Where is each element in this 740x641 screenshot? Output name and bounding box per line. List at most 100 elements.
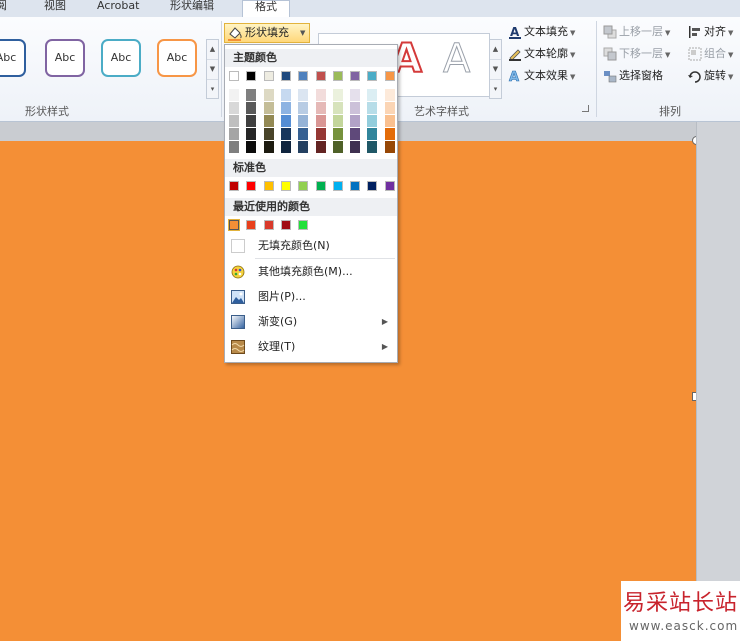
shape-style-preset-1[interactable]: Abc — [0, 39, 26, 77]
theme-shade-swatch[interactable] — [280, 89, 291, 101]
theme-shade-swatch[interactable] — [229, 141, 239, 153]
theme-shade-swatch[interactable] — [315, 128, 326, 140]
recent-color-swatch[interactable] — [298, 220, 309, 230]
theme-shade-swatch[interactable] — [367, 89, 378, 101]
theme-shade-swatch[interactable] — [246, 128, 257, 140]
gallery-more-icon[interactable]: ▾ — [207, 80, 218, 99]
theme-shade-swatch[interactable] — [298, 102, 309, 114]
theme-shade-swatch[interactable] — [350, 128, 361, 140]
theme-shade-swatch[interactable] — [246, 102, 257, 114]
theme-shade-swatch[interactable] — [246, 115, 257, 127]
recent-color-swatch[interactable] — [246, 220, 257, 230]
standard-color-swatch[interactable] — [280, 181, 291, 191]
standard-color-swatch[interactable] — [315, 181, 326, 191]
theme-shade-swatch[interactable] — [229, 102, 239, 114]
tab-view[interactable]: 视图 — [44, 0, 66, 16]
more-fill-colors-item[interactable]: 其他填充颜色(M)... — [225, 261, 397, 283]
theme-shade-swatch[interactable] — [298, 89, 309, 101]
theme-shade-swatch[interactable] — [298, 115, 309, 127]
theme-shade-swatch[interactable] — [315, 89, 326, 101]
theme-shade-swatch[interactable] — [280, 102, 291, 114]
wordart-dialog-launcher-icon[interactable] — [582, 105, 589, 112]
tab-acrobat[interactable]: Acrobat — [97, 0, 139, 16]
theme-shade-swatch[interactable] — [332, 141, 343, 153]
theme-color-swatch[interactable] — [229, 71, 239, 81]
theme-shade-swatch[interactable] — [280, 115, 291, 127]
theme-shade-swatch[interactable] — [350, 102, 361, 114]
theme-shade-swatch[interactable] — [246, 89, 257, 101]
texture-fill-item[interactable]: 纹理(T) ▶ — [225, 336, 397, 358]
theme-shade-swatch[interactable] — [367, 115, 378, 127]
theme-shade-swatch[interactable] — [263, 141, 274, 153]
shape-style-preset-4[interactable]: Abc — [157, 39, 197, 77]
text-outline-button[interactable]: 文本轮廓 ▼ — [508, 45, 575, 63]
theme-color-swatch[interactable] — [350, 71, 361, 81]
bring-forward-button[interactable]: 上移一层 ▼ — [603, 23, 670, 41]
theme-color-swatch[interactable] — [315, 71, 326, 81]
standard-color-swatch[interactable] — [384, 181, 395, 191]
shape-style-gallery-scroll[interactable]: ▲ ▼ ▾ — [206, 39, 219, 99]
theme-color-swatch[interactable] — [367, 71, 378, 81]
theme-shade-swatch[interactable] — [315, 141, 326, 153]
theme-color-swatch[interactable] — [332, 71, 343, 81]
theme-shade-swatch[interactable] — [332, 102, 343, 114]
theme-shade-swatch[interactable] — [332, 128, 343, 140]
standard-color-swatch[interactable] — [263, 181, 274, 191]
theme-shade-swatch[interactable] — [229, 89, 239, 101]
recent-color-swatch[interactable] — [228, 219, 240, 231]
wordart-gallery-scroll[interactable]: ▲ ▼ ▾ — [489, 39, 502, 99]
theme-shade-swatch[interactable] — [367, 141, 378, 153]
theme-shade-swatch[interactable] — [384, 102, 395, 114]
theme-shade-swatch[interactable] — [263, 102, 274, 114]
rotate-button[interactable]: 旋转 ▼ — [688, 67, 733, 85]
shape-style-preset-3[interactable]: Abc — [101, 39, 141, 77]
tab-format[interactable]: 格式 — [242, 0, 290, 17]
tab-shape-edit[interactable]: 形状编辑 — [170, 0, 214, 16]
theme-shade-swatch[interactable] — [350, 141, 361, 153]
theme-shade-swatch[interactable] — [367, 102, 378, 114]
recent-color-swatch[interactable] — [280, 220, 291, 230]
theme-shade-swatch[interactable] — [384, 115, 395, 127]
theme-shade-swatch[interactable] — [280, 141, 291, 153]
picture-fill-item[interactable]: 图片(P)... — [225, 286, 397, 308]
theme-shade-swatch[interactable] — [350, 115, 361, 127]
theme-shade-swatch[interactable] — [315, 102, 326, 114]
theme-shade-swatch[interactable] — [384, 89, 395, 101]
group-button[interactable]: 组合 ▼ — [688, 45, 733, 63]
standard-color-swatch[interactable] — [350, 181, 361, 191]
standard-color-swatch[interactable] — [298, 181, 309, 191]
gallery-down-icon[interactable]: ▼ — [207, 60, 218, 80]
theme-shade-swatch[interactable] — [384, 141, 395, 153]
standard-color-swatch[interactable] — [367, 181, 378, 191]
wordart-more-icon[interactable]: ▾ — [490, 80, 501, 99]
text-fill-button[interactable]: A 文本填充 ▼ — [508, 23, 575, 41]
wordart-up-icon[interactable]: ▲ — [490, 40, 501, 60]
theme-shade-swatch[interactable] — [263, 89, 274, 101]
gradient-fill-item[interactable]: 渐变(G) ▶ — [225, 311, 397, 333]
theme-shade-swatch[interactable] — [367, 128, 378, 140]
align-button[interactable]: 对齐 ▼ — [688, 23, 733, 41]
theme-color-swatch[interactable] — [298, 71, 309, 81]
shape-style-preset-2[interactable]: Abc — [45, 39, 85, 77]
theme-shade-swatch[interactable] — [298, 141, 309, 153]
shape-fill-button[interactable]: 形状填充 ▼ — [224, 23, 310, 43]
recent-color-swatch[interactable] — [263, 220, 274, 230]
selection-pane-button[interactable]: 选择窗格 — [603, 67, 663, 85]
standard-color-swatch[interactable] — [332, 181, 343, 191]
gallery-up-icon[interactable]: ▲ — [207, 40, 218, 60]
theme-shade-swatch[interactable] — [350, 89, 361, 101]
theme-shade-swatch[interactable] — [229, 128, 239, 140]
theme-shade-swatch[interactable] — [246, 141, 257, 153]
standard-color-swatch[interactable] — [246, 181, 257, 191]
theme-shade-swatch[interactable] — [298, 128, 309, 140]
no-fill-item[interactable]: 无填充颜色(N) — [225, 235, 397, 257]
text-effects-button[interactable]: A 文本效果 ▼ — [508, 67, 576, 85]
wordart-sample-white[interactable]: A — [442, 36, 470, 83]
theme-color-swatch[interactable] — [246, 71, 257, 81]
standard-color-swatch[interactable] — [229, 181, 239, 191]
theme-color-swatch[interactable] — [263, 71, 274, 81]
theme-shade-swatch[interactable] — [263, 115, 274, 127]
theme-shade-swatch[interactable] — [263, 128, 274, 140]
theme-shade-swatch[interactable] — [315, 115, 326, 127]
theme-shade-swatch[interactable] — [384, 128, 395, 140]
